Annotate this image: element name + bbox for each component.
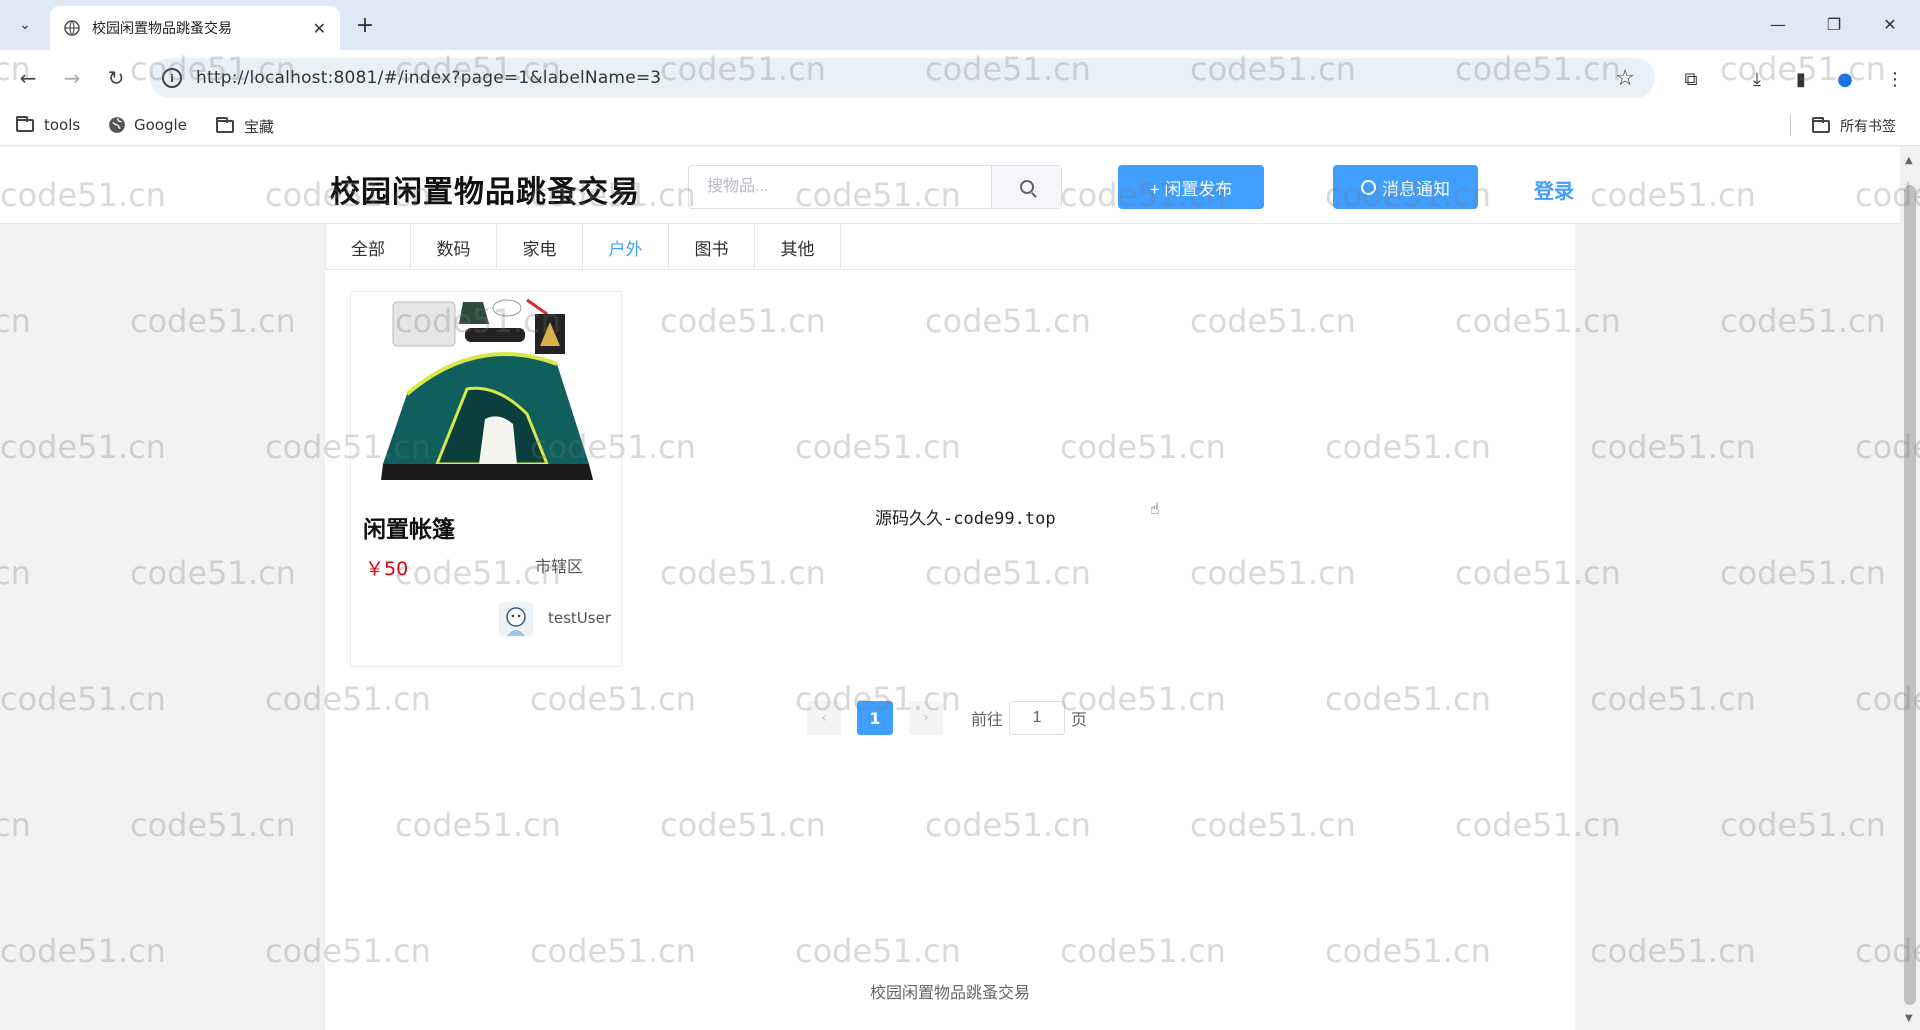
forward-icon[interactable]: →	[56, 62, 88, 94]
search-input[interactable]	[689, 166, 991, 208]
browser-toolbar: ← → ↻ i http://localhost:8081/#/index?pa…	[0, 50, 1920, 106]
reload-icon[interactable]: ↻	[100, 62, 132, 94]
bookmark-star-icon[interactable]: ☆	[1615, 66, 1635, 91]
publish-button[interactable]: + 闲置发布	[1118, 165, 1264, 209]
window-close-icon[interactable]: ✕	[1868, 8, 1912, 40]
search-button[interactable]	[991, 166, 1061, 208]
bookmarks-bar: tools Google 宝藏 所有书签	[0, 106, 1920, 146]
side-panel-icon[interactable]: ▮	[1786, 64, 1816, 94]
folder-icon	[1812, 116, 1830, 133]
product-name: 闲置帐篷	[363, 517, 455, 543]
category-tabs: 全部 数码 家电 户外 图书 其他	[325, 224, 1575, 270]
next-page-icon[interactable]: ›	[909, 701, 943, 735]
folder-icon	[16, 115, 34, 132]
avatar-icon	[506, 607, 526, 636]
goto-prefix: 前往	[971, 710, 1004, 729]
page-scrollbar[interactable]: ▲ ▼	[1900, 147, 1920, 1030]
tab-other[interactable]: 其他	[755, 224, 841, 270]
tab-digital[interactable]: 数码	[411, 224, 497, 270]
bookmark-treasure[interactable]: 宝藏	[216, 116, 274, 137]
all-bookmarks-label: 所有书签	[1840, 119, 1896, 135]
pagination: ‹ 1 › 前往 页	[807, 701, 1087, 735]
scroll-up-icon[interactable]: ▲	[1905, 155, 1913, 166]
site-title: 校园闲置物品跳蚤交易	[330, 175, 640, 210]
search-box	[688, 165, 1062, 209]
back-icon[interactable]: ←	[12, 62, 44, 94]
product-price: ￥50	[365, 558, 409, 580]
page-number[interactable]: 1	[857, 701, 893, 735]
profile-icon[interactable]: ●	[1830, 64, 1860, 94]
goto-page-input[interactable]	[1009, 701, 1066, 735]
menu-kebab-icon[interactable]: ⋮	[1880, 64, 1910, 94]
bookmark-label: 宝藏	[244, 118, 275, 136]
tab-title: 校园闲置物品跳蚤交易	[92, 21, 232, 37]
new-tab-icon[interactable]: +	[350, 10, 380, 40]
download-icon[interactable]: ⤓	[1742, 64, 1772, 94]
tab-close-icon[interactable]: ✕	[313, 19, 326, 38]
footer-text: 校园闲置物品跳蚤交易	[869, 983, 1030, 1002]
tent-icon	[381, 298, 593, 480]
bookmark-label: Google	[134, 116, 187, 134]
bookmark-divider	[1790, 114, 1791, 136]
product-user[interactable]: testUser	[548, 609, 611, 627]
url-text: http://localhost:8081/#/index?page=1&lab…	[196, 68, 662, 88]
scroll-down-icon[interactable]: ▼	[1905, 1013, 1913, 1024]
restore-icon[interactable]: ❐	[1812, 8, 1856, 40]
publish-label: + 闲置发布	[1149, 179, 1233, 199]
tab-appliances[interactable]: 家电	[497, 224, 583, 270]
browser-tab-strip: ⌄ 校园闲置物品跳蚤交易 ✕ + — ❐ ✕	[0, 0, 1920, 50]
bookmark-tools[interactable]: tools	[16, 115, 81, 134]
product-location: 市辖区	[535, 557, 584, 576]
tab-outdoor[interactable]: 户外	[583, 224, 669, 270]
address-bar[interactable]: i http://localhost:8081/#/index?page=1&l…	[150, 58, 1655, 98]
chat-bubble-icon	[1361, 179, 1376, 195]
hand-cursor-icon: ☝	[1150, 499, 1160, 518]
minimize-icon[interactable]: —	[1756, 8, 1800, 40]
source-note: 源码久久-code99.top	[875, 509, 1056, 529]
search-icon	[1019, 180, 1034, 194]
all-bookmarks[interactable]: 所有书签	[1812, 116, 1896, 136]
globe-icon	[109, 117, 125, 133]
folder-icon	[216, 117, 234, 133]
product-card[interactable]: 闲置帐篷 ￥50 市辖区 testUser	[350, 291, 622, 667]
avatar	[499, 602, 533, 636]
bookmark-google[interactable]: Google	[108, 116, 187, 134]
tab-search-icon[interactable]: ⌄	[10, 10, 40, 40]
page-viewport: 校园闲置物品跳蚤交易 + 闲置发布 消息通知 登录 全部 数码 家电 户外 图书…	[0, 147, 1900, 1030]
notify-label: 消息通知	[1382, 179, 1450, 199]
browser-tab[interactable]: 校园闲置物品跳蚤交易 ✕	[50, 6, 340, 50]
tab-books[interactable]: 图书	[669, 224, 755, 270]
site-info-icon[interactable]: i	[162, 68, 182, 88]
extensions-icon[interactable]: ⧉	[1676, 64, 1706, 94]
bookmark-label: tools	[44, 116, 81, 134]
site-header: 校园闲置物品跳蚤交易 + 闲置发布 消息通知 登录	[0, 147, 1900, 224]
globe-icon	[64, 20, 80, 36]
goto-suffix: 页	[1071, 710, 1088, 729]
notify-button[interactable]: 消息通知	[1333, 165, 1478, 209]
prev-page-icon[interactable]: ‹	[807, 701, 841, 735]
login-link[interactable]: 登录	[1534, 175, 1574, 204]
tab-all[interactable]: 全部	[325, 224, 411, 270]
main-content: 全部 数码 家电 户外 图书 其他 闲置帐篷 ￥50 市辖区 testUser …	[325, 224, 1575, 1030]
scroll-thumb[interactable]	[1904, 185, 1916, 1005]
